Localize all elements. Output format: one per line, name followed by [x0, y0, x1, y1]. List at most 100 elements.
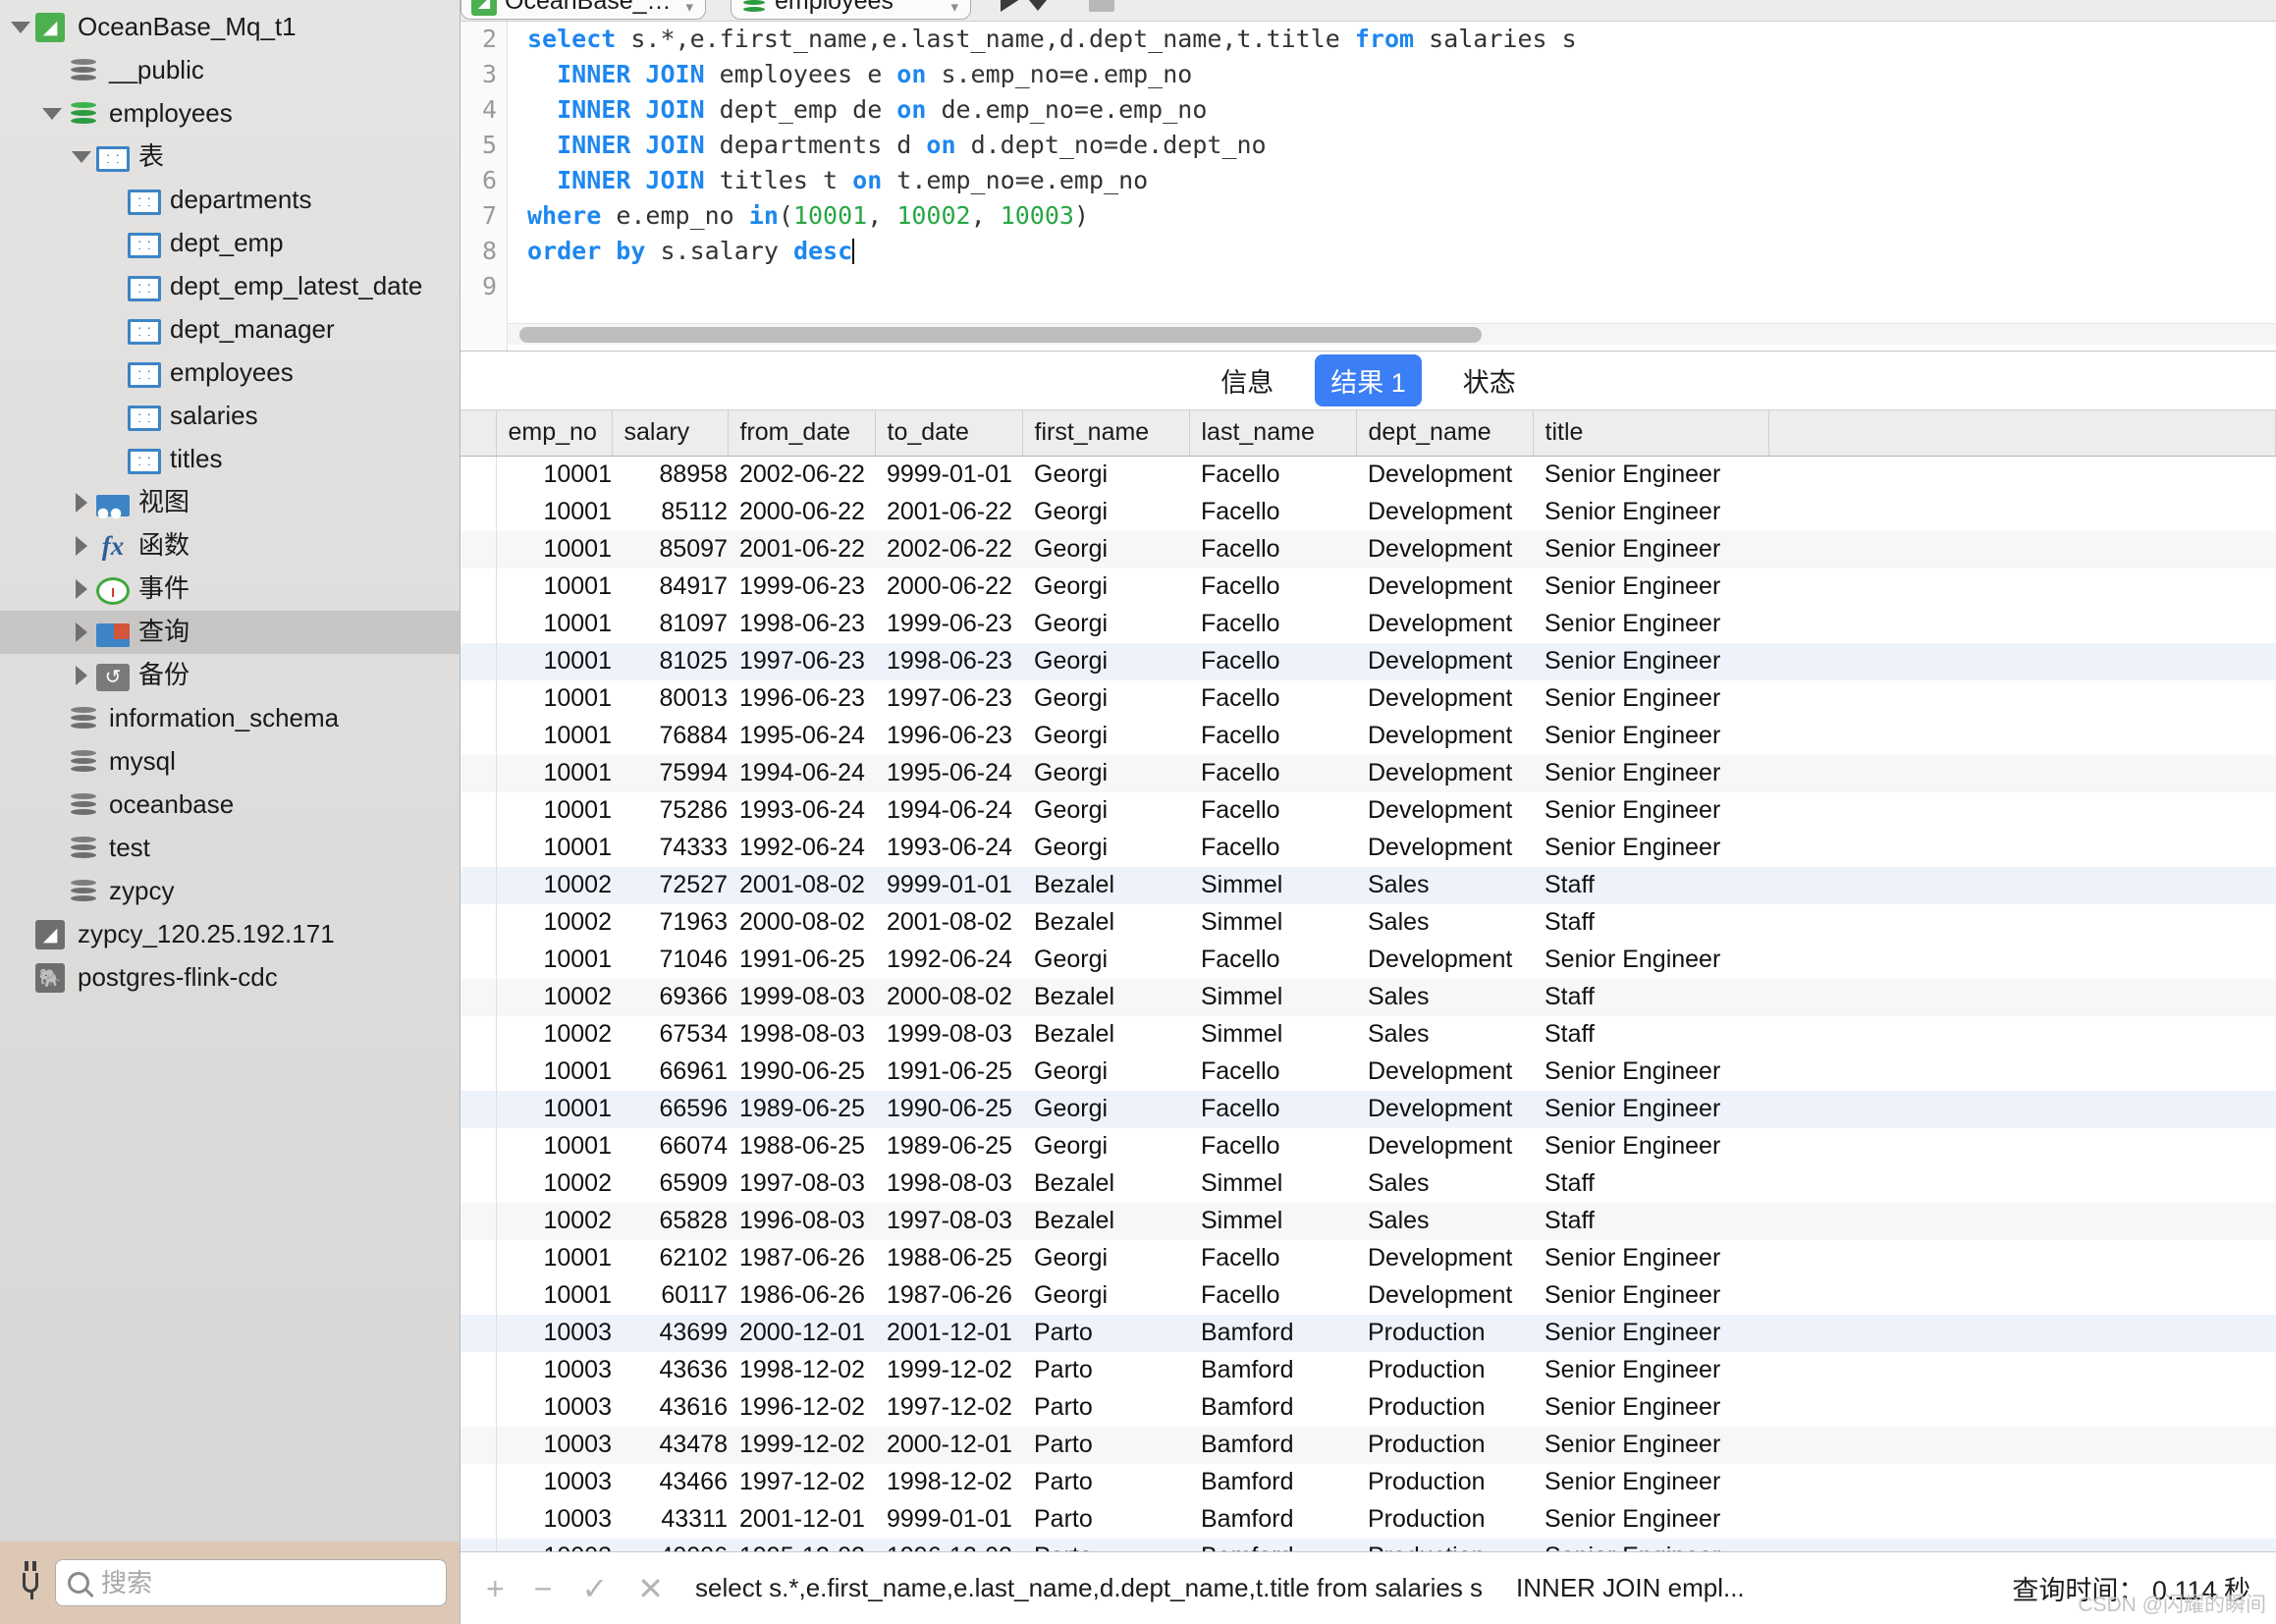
- cell-title[interactable]: Senior Engineer: [1533, 1464, 1768, 1501]
- result-tab-2[interactable]: 状态: [1447, 354, 1532, 406]
- cell-salary[interactable]: 71046: [612, 942, 728, 979]
- code-line[interactable]: INNER JOIN titles t on t.emp_no=e.emp_no: [527, 163, 2276, 198]
- row-selector[interactable]: [461, 1090, 497, 1128]
- column-header-emp_no[interactable]: emp_no: [496, 410, 613, 457]
- table-row[interactable]: 10003 43466 1997-12-02 1998-12-02 Parto Bamfo…: [461, 1463, 2276, 1501]
- row-selector[interactable]: [461, 1239, 497, 1277]
- cell-to_date[interactable]: 1988-06-25: [875, 1240, 1022, 1277]
- editor-horizontal-scrollbar[interactable]: [508, 323, 2276, 345]
- table-row[interactable]: 10003 43478 1999-12-02 2000-12-01 Parto Bamfo…: [461, 1426, 2276, 1464]
- table-row[interactable]: 10001 85097 2001-06-22 2002-06-22 Georgi Face…: [461, 530, 2276, 568]
- cell-to_date[interactable]: 1989-06-25: [875, 1128, 1022, 1165]
- tree-item-[interactable]: 事件: [0, 568, 460, 611]
- cell-dept_name[interactable]: Development: [1356, 1277, 1533, 1315]
- cell-dept_name[interactable]: Development: [1356, 1054, 1533, 1091]
- row-selector[interactable]: [461, 1202, 497, 1240]
- table-row[interactable]: 10001 88958 2002-06-22 9999-01-01 Georgi Face…: [461, 456, 2276, 494]
- expand-arrow-icon[interactable]: [67, 536, 96, 556]
- collapse-arrow-icon[interactable]: [6, 22, 35, 33]
- cell-title[interactable]: Senior Engineer: [1533, 1277, 1768, 1315]
- cell-title[interactable]: Senior Engineer: [1533, 1427, 1768, 1464]
- tree-item-dept_emp[interactable]: dept_emp: [0, 222, 460, 265]
- code-line[interactable]: [527, 269, 2276, 304]
- row-selector[interactable]: [461, 791, 497, 830]
- cell-from_date[interactable]: 2000-12-01: [728, 1315, 875, 1352]
- cell-to_date[interactable]: 1987-06-26: [875, 1277, 1022, 1315]
- cell-to_date[interactable]: 1996-12-02: [875, 1539, 1022, 1551]
- cell-from_date[interactable]: 2001-06-22: [728, 531, 875, 568]
- cell-salary[interactable]: 72527: [612, 867, 728, 904]
- cell-from_date[interactable]: 1994-06-24: [728, 755, 875, 792]
- cell-first_name[interactable]: Georgi: [1022, 718, 1189, 755]
- cell-dept_name[interactable]: Sales: [1356, 1016, 1533, 1054]
- row-selector[interactable]: [461, 1463, 497, 1501]
- cell-last_name[interactable]: Facello: [1189, 718, 1356, 755]
- cell-from_date[interactable]: 1995-12-02: [728, 1539, 875, 1551]
- cell-last_name[interactable]: Simmel: [1189, 1165, 1356, 1203]
- cell-first_name[interactable]: Georgi: [1022, 1128, 1189, 1165]
- cell-emp_no[interactable]: 10001: [496, 457, 612, 494]
- cell-first_name[interactable]: Bezalel: [1022, 867, 1189, 904]
- cell-dept_name[interactable]: Production: [1356, 1427, 1533, 1464]
- cell-to_date[interactable]: 1993-06-24: [875, 830, 1022, 867]
- cell-from_date[interactable]: 1986-06-26: [728, 1277, 875, 1315]
- confirm-edit-icon[interactable]: ✓: [581, 1573, 608, 1604]
- cell-salary[interactable]: 66074: [612, 1128, 728, 1165]
- cell-to_date[interactable]: 1999-12-02: [875, 1352, 1022, 1389]
- cell-last_name[interactable]: Bamford: [1189, 1352, 1356, 1389]
- result-tab-0[interactable]: 信息: [1205, 354, 1289, 406]
- cell-first_name[interactable]: Bezalel: [1022, 1203, 1189, 1240]
- row-selector[interactable]: [461, 493, 497, 531]
- cell-to_date[interactable]: 2000-08-02: [875, 979, 1022, 1016]
- cell-last_name[interactable]: Facello: [1189, 1240, 1356, 1277]
- cell-title[interactable]: Senior Engineer: [1533, 792, 1768, 830]
- cell-salary[interactable]: 88958: [612, 457, 728, 494]
- table-row[interactable]: 10001 62102 1987-06-26 1988-06-25 Georgi Face…: [461, 1239, 2276, 1277]
- cell-emp_no[interactable]: 10001: [496, 1091, 612, 1128]
- cell-salary[interactable]: 81025: [612, 643, 728, 680]
- cell-from_date[interactable]: 1987-06-26: [728, 1240, 875, 1277]
- cell-first_name[interactable]: Bezalel: [1022, 904, 1189, 942]
- cell-first_name[interactable]: Parto: [1022, 1501, 1189, 1539]
- cell-to_date[interactable]: 9999-01-01: [875, 457, 1022, 494]
- cell-salary[interactable]: 62102: [612, 1240, 728, 1277]
- cell-first_name[interactable]: Parto: [1022, 1389, 1189, 1427]
- cell-dept_name[interactable]: Sales: [1356, 904, 1533, 942]
- cell-title[interactable]: Senior Engineer: [1533, 531, 1768, 568]
- cell-from_date[interactable]: 2000-08-02: [728, 904, 875, 942]
- tree-item-salaries[interactable]: salaries: [0, 395, 460, 438]
- row-selector[interactable]: [461, 1388, 497, 1427]
- result-grid-container[interactable]: emp_no salary from_date to_date first_name la…: [461, 410, 2276, 1551]
- row-selector[interactable]: [461, 1276, 497, 1315]
- remove-row-icon[interactable]: −: [534, 1573, 553, 1604]
- cell-first_name[interactable]: Bezalel: [1022, 1165, 1189, 1203]
- code-line[interactable]: INNER JOIN dept_emp de on de.emp_no=e.em…: [527, 92, 2276, 128]
- table-row[interactable]: 10001 76884 1995-06-24 1996-06-23 Georgi Face…: [461, 717, 2276, 755]
- expand-arrow-icon[interactable]: [67, 579, 96, 599]
- table-row[interactable]: 10001 75286 1993-06-24 1994-06-24 Georgi Face…: [461, 791, 2276, 830]
- cell-from_date[interactable]: 1996-06-23: [728, 680, 875, 718]
- collapse-arrow-icon[interactable]: [37, 108, 67, 120]
- cell-dept_name[interactable]: Sales: [1356, 1165, 1533, 1203]
- cell-emp_no[interactable]: 10003: [496, 1501, 612, 1539]
- table-row[interactable]: 10001 75994 1994-06-24 1995-06-24 Georgi Face…: [461, 754, 2276, 792]
- row-selector[interactable]: [461, 866, 497, 904]
- table-row[interactable]: 10003 43636 1998-12-02 1999-12-02 Parto Bamfo…: [461, 1351, 2276, 1389]
- expand-arrow-icon[interactable]: [67, 623, 96, 642]
- row-selector[interactable]: [461, 1127, 497, 1165]
- row-selector[interactable]: [461, 1314, 497, 1352]
- cell-last_name[interactable]: Simmel: [1189, 1203, 1356, 1240]
- cell-from_date[interactable]: 1996-12-02: [728, 1389, 875, 1427]
- cell-salary[interactable]: 43636: [612, 1352, 728, 1389]
- cell-salary[interactable]: 69366: [612, 979, 728, 1016]
- cell-emp_no[interactable]: 10001: [496, 1054, 612, 1091]
- cell-salary[interactable]: 75994: [612, 755, 728, 792]
- table-row[interactable]: 10002 72527 2001-08-02 9999-01-01 Bezalel Sim…: [461, 866, 2276, 904]
- row-selector[interactable]: [461, 717, 497, 755]
- cell-last_name[interactable]: Facello: [1189, 755, 1356, 792]
- cell-salary[interactable]: 43466: [612, 1464, 728, 1501]
- cell-from_date[interactable]: 1999-08-03: [728, 979, 875, 1016]
- tree-item-[interactable]: ↺ 备份: [0, 654, 460, 697]
- cell-title[interactable]: Staff: [1533, 1016, 1768, 1054]
- tree-item-oceanbase[interactable]: oceanbase: [0, 784, 460, 827]
